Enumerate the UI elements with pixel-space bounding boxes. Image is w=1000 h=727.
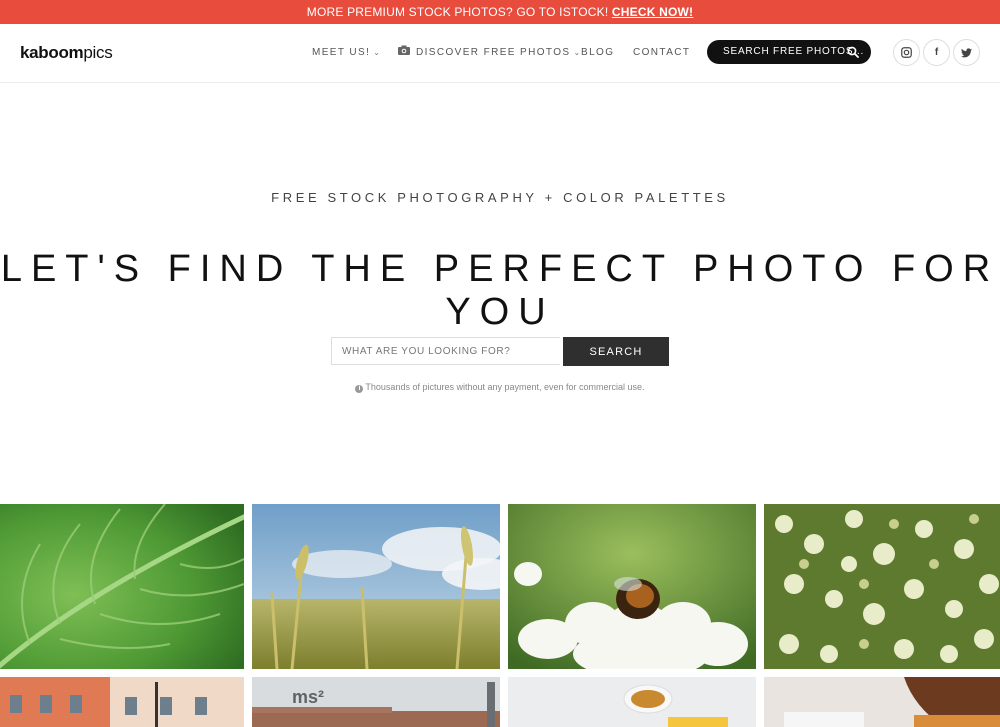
instagram-glyph	[901, 47, 912, 58]
nav-contact[interactable]: CONTACT	[633, 47, 690, 58]
hero-headline: LET'S FIND THE PERFECT PHOTO FOR YOU	[0, 248, 1000, 333]
promo-link[interactable]: CHECK NOW!	[612, 5, 693, 19]
hero-tagline: FREE STOCK PHOTOGRAPHY + COLOR PALETTES	[271, 190, 729, 205]
instagram-icon[interactable]	[893, 39, 920, 66]
search-button[interactable]: SEARCH	[563, 337, 669, 366]
chevron-down-icon: ⌄	[373, 48, 382, 57]
nav-meet-us[interactable]: MEET US! ⌄	[312, 47, 381, 58]
hero-note: i Thousands of pictures without any payme…	[0, 382, 1000, 393]
site-header: kaboompics MEET US! ⌄ DISCOVER FREE PHOTO…	[0, 24, 1000, 83]
camera-icon	[398, 45, 410, 55]
photo-wheat-field[interactable]	[252, 504, 500, 669]
note-text: Thousands of pictures without any paymen…	[365, 382, 645, 392]
photo-person-at-desk[interactable]	[764, 677, 1000, 727]
photo-building-facade[interactable]	[0, 677, 244, 727]
nav-blog[interactable]: BLOG	[581, 47, 614, 58]
header-search-button[interactable]: SEARCH FREE PHOTOS...	[707, 40, 871, 64]
nav-label: DISCOVER FREE PHOTOS	[416, 47, 571, 58]
nav-label: BLOG	[581, 47, 615, 58]
search-icon	[847, 46, 859, 58]
building-sign-text: ms²	[292, 687, 324, 707]
photo-industrial-building[interactable]: ms²	[252, 677, 500, 727]
search-input[interactable]	[331, 337, 560, 365]
twitter-icon[interactable]	[953, 39, 980, 66]
photo-coffee-cup[interactable]	[508, 677, 756, 727]
header-search-label: SEARCH FREE PHOTOS...	[723, 46, 865, 57]
nav-discover-free-photos[interactable]: DISCOVER FREE PHOTOS ⌄	[416, 47, 582, 58]
logo-light: pics	[83, 43, 113, 62]
nav-label: CONTACT	[633, 47, 691, 58]
promo-text: MORE PREMIUM STOCK PHOTOS? GO TO ISTOCK!	[306, 5, 612, 19]
logo-bold: kaboom	[20, 43, 84, 62]
info-icon: i	[355, 385, 364, 393]
nav-label: MEET US!	[312, 47, 371, 58]
photo-white-blossoms[interactable]	[764, 504, 1000, 669]
photo-bee-on-flower[interactable]	[508, 504, 756, 669]
facebook-glyph: f	[934, 47, 939, 58]
facebook-icon[interactable]: f	[923, 39, 950, 66]
photo-green-leaf[interactable]	[0, 504, 244, 669]
twitter-glyph	[961, 48, 972, 58]
promo-bar: MORE PREMIUM STOCK PHOTOS? GO TO ISTOCK!…	[0, 0, 1000, 24]
logo[interactable]: kaboompics	[20, 43, 113, 63]
